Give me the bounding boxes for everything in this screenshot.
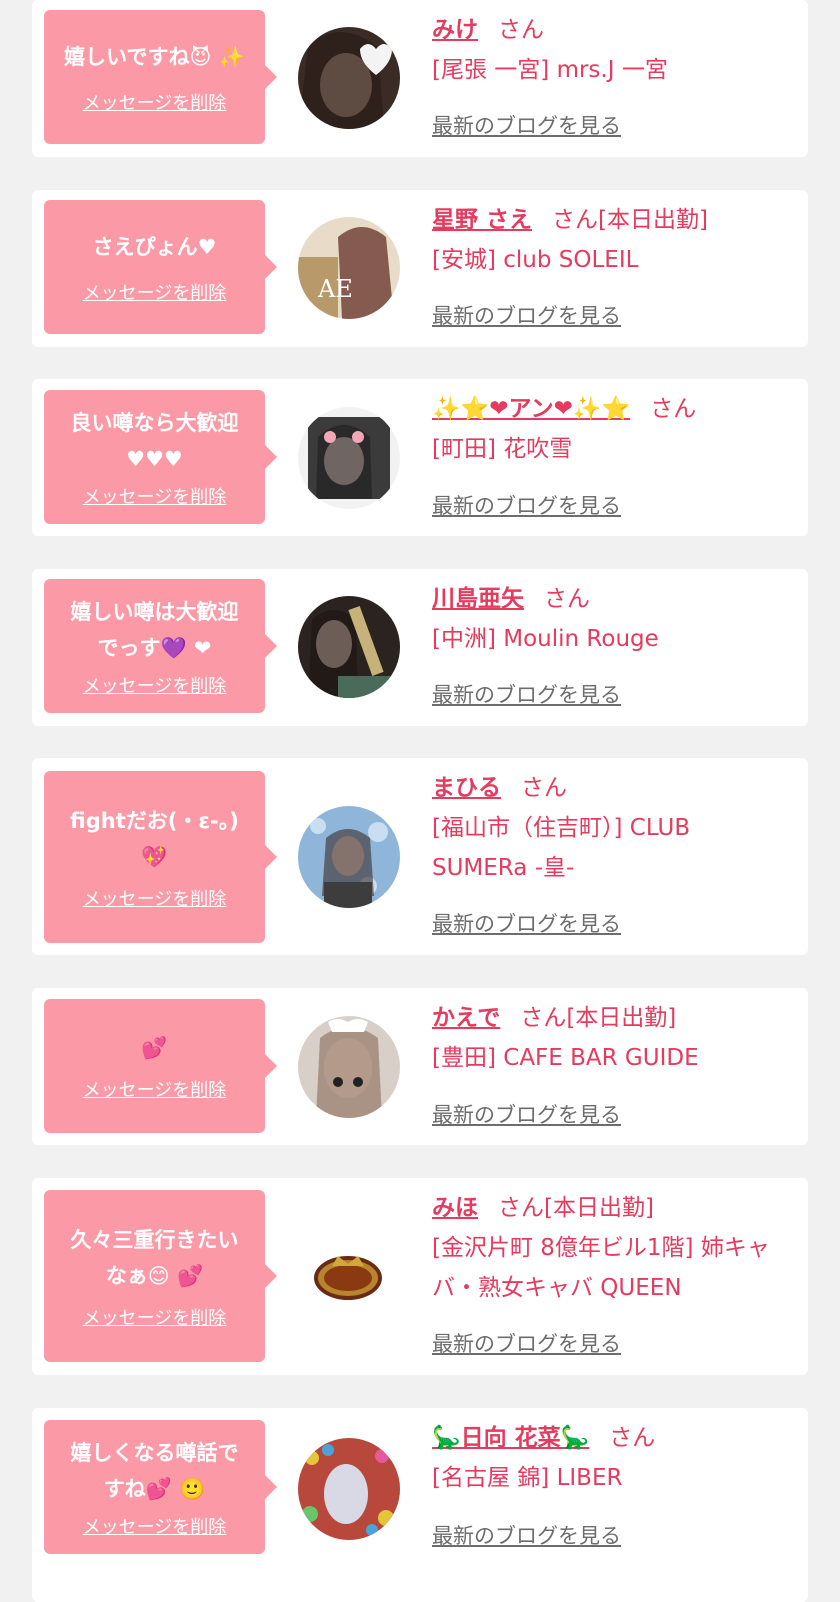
cast-name-link[interactable]: みほ	[432, 1195, 478, 1221]
cast-name-link[interactable]: ✨⭐❤アン❤✨⭐	[432, 396, 630, 422]
message-bubble: fightだお(・ε-。) 💖 メッセージを削除	[44, 771, 277, 943]
shop-info: [金沢片町 8億年ビル1階] 姉キャ バ・熟女キャバ QUEEN	[432, 1235, 770, 1301]
message-text: 嬉しい噂は大歓迎 でっす💜 ❤	[70, 600, 239, 660]
cast-name-link[interactable]: 星野 さえ	[432, 207, 532, 233]
cast-info: かえで さん[本日出勤] [豊田] CAFE BAR GUIDE	[432, 998, 796, 1078]
list-item: 嬉しいですね😈 ✨ メッセージを削除 みけ さん [尾張 一宮] mrs.J 一宮…	[32, 0, 808, 157]
list-item: fightだお(・ε-。) 💖 メッセージを削除 まひる さん [福山市（住吉町）…	[32, 758, 808, 955]
message-bubble: 嬉しい噂は大歓迎 でっす💜 ❤ メッセージを削除	[44, 579, 277, 713]
message-text: さえぴょん♥	[92, 235, 217, 259]
message-bubble: 良い噂なら大歓迎 ♥♥♥ メッセージを削除	[44, 390, 277, 524]
list-item: 久々三重行きたい なぁ😊 💕 メッセージを削除 みほ さん[本日出勤] [金沢片町…	[32, 1178, 808, 1375]
list-item: 💕 メッセージを削除 かえで さん[本日出勤] [豊田] CAFE BAR GUI…	[32, 988, 808, 1145]
cast-name-link[interactable]: かえで	[432, 1005, 500, 1031]
status-badge: [本日出勤]	[544, 1195, 654, 1221]
message-bubble: 久々三重行きたい なぁ😊 💕 メッセージを削除	[44, 1190, 277, 1362]
latest-blog-link[interactable]: 最新のブログを見る	[432, 300, 621, 330]
message-text: fightだお(・ε-。) 💖	[70, 809, 239, 869]
cast-info: みけ さん [尾張 一宮] mrs.J 一宮	[432, 10, 796, 90]
cast-info: 🦕日向 花菜🦕 さん [名古屋 錦] LIBER	[432, 1418, 796, 1498]
cast-name-link[interactable]: まひる	[432, 775, 501, 801]
honorific: さん	[650, 396, 697, 422]
latest-blog-link[interactable]: 最新のブログを見る	[432, 679, 621, 709]
avatar[interactable]	[298, 596, 400, 698]
delete-message-link[interactable]: メッセージを削除	[83, 672, 227, 698]
cast-name-link[interactable]: 川島亜矢	[432, 586, 524, 612]
message-bubble: さえぴょん♥ メッセージを削除	[44, 200, 277, 334]
delete-message-link[interactable]: メッセージを削除	[83, 1076, 227, 1102]
shop-info: [尾張 一宮] mrs.J 一宮	[432, 57, 668, 83]
cast-name-link[interactable]: みけ	[432, 17, 478, 43]
honorific: さん	[521, 775, 567, 801]
latest-blog-link[interactable]: 最新のブログを見る	[432, 908, 621, 938]
shop-info: [福山市（住吉町）] CLUB SUMERa -皇-	[432, 815, 691, 881]
status-badge: [本日出勤]	[566, 1005, 677, 1031]
shop-info: [豊田] CAFE BAR GUIDE	[432, 1045, 699, 1071]
status-badge: [本日出勤]	[598, 207, 708, 233]
shop-info: [町田] 花吹雪	[432, 436, 573, 462]
honorific: さん	[544, 586, 590, 612]
cast-info: 星野 さえ さん[本日出勤] [安城] club SOLEIL	[432, 200, 796, 280]
latest-blog-link[interactable]: 最新のブログを見る	[432, 1520, 621, 1550]
honorific: さん	[552, 207, 599, 233]
message-text: 嬉しくなる噂話で すね💕 🙂	[70, 1441, 239, 1501]
cast-info: まひる さん [福山市（住吉町）] CLUB SUMERa -皇-	[432, 768, 796, 888]
list-item: 嬉しい噂は大歓迎 でっす💜 ❤ メッセージを削除 川島亜矢 さん [中洲] Mou…	[32, 569, 808, 726]
message-text: 良い噂なら大歓迎 ♥♥♥	[70, 411, 239, 471]
avatar[interactable]: AE	[298, 217, 400, 319]
message-list: 嬉しいですね😈 ✨ メッセージを削除 みけ さん [尾張 一宮] mrs.J 一宮…	[0, 0, 840, 1602]
message-bubble: 嬉しいですね😈 ✨ メッセージを削除	[44, 10, 277, 144]
cast-info: みほ さん[本日出勤] [金沢片町 8億年ビル1階] 姉キャ バ・熟女キャバ QU…	[432, 1188, 796, 1308]
list-item: 嬉しくなる噂話で すね💕 🙂 メッセージを削除 🦕日向 花菜🦕 さん [名古屋 錦…	[32, 1408, 808, 1602]
latest-blog-link[interactable]: 最新のブログを見る	[432, 110, 621, 140]
avatar[interactable]	[298, 1016, 400, 1118]
message-text: 💕	[141, 1036, 168, 1060]
honorific: さん	[609, 1425, 656, 1451]
honorific: さん	[498, 1195, 544, 1221]
avatar[interactable]	[298, 407, 400, 509]
delete-message-link[interactable]: メッセージを削除	[83, 89, 227, 115]
svg-text:AE: AE	[317, 275, 353, 303]
avatar[interactable]	[298, 806, 400, 908]
honorific: さん	[520, 1005, 567, 1031]
honorific: さん	[498, 17, 544, 43]
delete-message-link[interactable]: メッセージを削除	[83, 1513, 227, 1539]
delete-message-link[interactable]: メッセージを削除	[83, 279, 227, 305]
avatar[interactable]	[298, 1438, 400, 1540]
shop-logo[interactable]	[298, 1226, 400, 1328]
delete-message-link[interactable]: メッセージを削除	[83, 483, 227, 509]
shop-info: [中洲] Moulin Rouge	[432, 626, 659, 652]
message-bubble: 💕 メッセージを削除	[44, 999, 277, 1133]
list-item: 良い噂なら大歓迎 ♥♥♥ メッセージを削除 ✨⭐❤アン❤✨⭐ さん [町田] 花吹…	[32, 379, 808, 536]
cast-info: ✨⭐❤アン❤✨⭐ さん [町田] 花吹雪	[432, 389, 796, 469]
latest-blog-link[interactable]: 最新のブログを見る	[432, 1328, 621, 1358]
shop-info: [名古屋 錦] LIBER	[432, 1465, 623, 1491]
message-text: 嬉しいですね😈 ✨	[64, 45, 245, 69]
list-item: さえぴょん♥ メッセージを削除 AE 星野 さえ さん[本日出勤] [安城] cl…	[32, 190, 808, 347]
message-text: 久々三重行きたい なぁ😊 💕	[70, 1228, 239, 1288]
latest-blog-link[interactable]: 最新のブログを見る	[432, 490, 621, 520]
latest-blog-link[interactable]: 最新のブログを見る	[432, 1099, 621, 1129]
shop-info: [安城] club SOLEIL	[432, 247, 639, 273]
delete-message-link[interactable]: メッセージを削除	[83, 885, 227, 911]
cast-info: 川島亜矢 さん [中洲] Moulin Rouge	[432, 579, 796, 659]
message-bubble: 嬉しくなる噂話で すね💕 🙂 メッセージを削除	[44, 1420, 277, 1554]
cast-name-link[interactable]: 🦕日向 花菜🦕	[432, 1425, 589, 1451]
delete-message-link[interactable]: メッセージを削除	[83, 1304, 227, 1330]
avatar[interactable]	[298, 27, 400, 129]
